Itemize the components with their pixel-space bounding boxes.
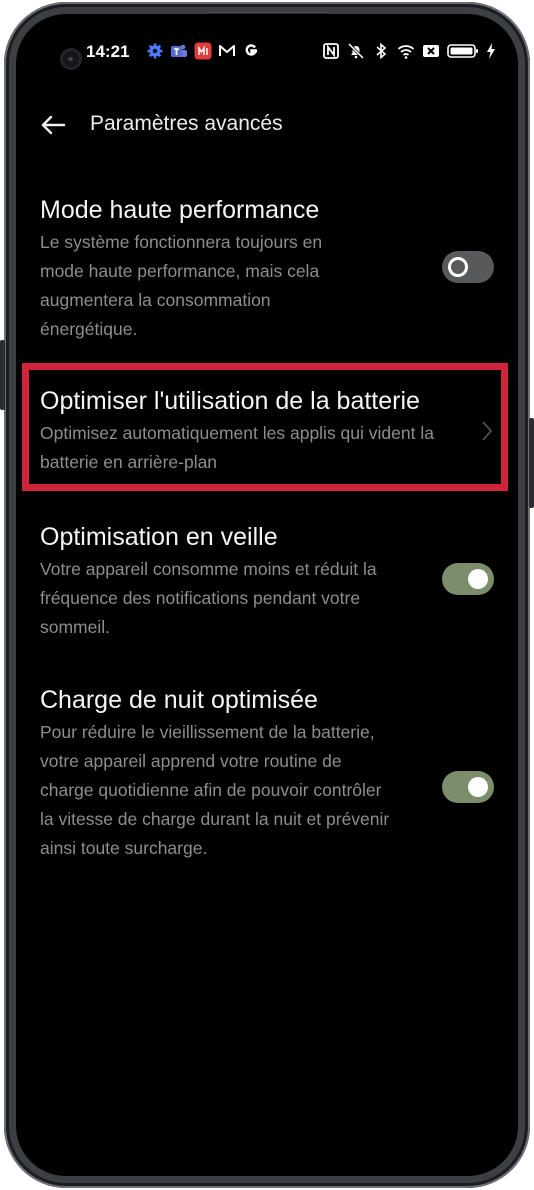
status-time: 14:21 bbox=[86, 42, 130, 61]
settings-gear-icon bbox=[147, 43, 163, 59]
google-icon bbox=[245, 44, 258, 56]
status-icons-left bbox=[146, 42, 260, 60]
status-bar: 14:21 bbox=[16, 40, 518, 64]
standby-optimization-toggle[interactable] bbox=[442, 563, 494, 595]
setting-title: Optimisation en veille bbox=[40, 523, 278, 551]
office-icon bbox=[194, 42, 212, 60]
setting-title: Mode haute performance bbox=[40, 196, 320, 224]
night-charge-toggle[interactable] bbox=[442, 771, 494, 803]
toggle-knob bbox=[468, 569, 488, 589]
page-title: Paramètres avancés bbox=[90, 112, 283, 135]
setting-optimized-night-charge[interactable]: Charge de nuit optimisée Pour réduire le… bbox=[40, 684, 498, 863]
setting-standby-optimization[interactable]: Optimisation en veille Votre appareil co… bbox=[40, 521, 498, 642]
back-arrow-icon[interactable] bbox=[38, 110, 68, 140]
bluetooth-icon bbox=[376, 42, 387, 60]
mute-icon bbox=[347, 42, 365, 60]
teams-icon bbox=[171, 44, 187, 57]
charging-icon bbox=[487, 43, 495, 59]
setting-high-performance[interactable]: Mode haute performance Le système foncti… bbox=[40, 194, 498, 344]
battery-icon bbox=[447, 44, 478, 58]
close-box-icon bbox=[423, 45, 439, 57]
high-performance-toggle[interactable] bbox=[442, 251, 494, 283]
side-button-volume bbox=[0, 340, 5, 410]
setting-title: Charge de nuit optimisée bbox=[40, 686, 318, 714]
setting-description: Votre appareil consomme moins et réduit … bbox=[40, 559, 377, 637]
page-header: Paramètres avancés bbox=[16, 106, 518, 146]
toggle-knob bbox=[448, 257, 468, 277]
phone-screen: 14:21 Paramètres avancés Mode haute perf… bbox=[16, 14, 518, 1176]
side-button-power bbox=[529, 418, 534, 508]
nfc-icon bbox=[323, 43, 339, 59]
toggle-knob bbox=[468, 777, 488, 797]
wifi-icon bbox=[397, 45, 415, 59]
setting-description: Le système fonctionnera toujours en mode… bbox=[40, 232, 323, 339]
status-icons-right bbox=[322, 42, 496, 60]
highlight-box bbox=[22, 363, 508, 491]
gmail-icon bbox=[219, 45, 235, 56]
setting-description: Pour réduire le vieillissement de la bat… bbox=[40, 722, 390, 858]
